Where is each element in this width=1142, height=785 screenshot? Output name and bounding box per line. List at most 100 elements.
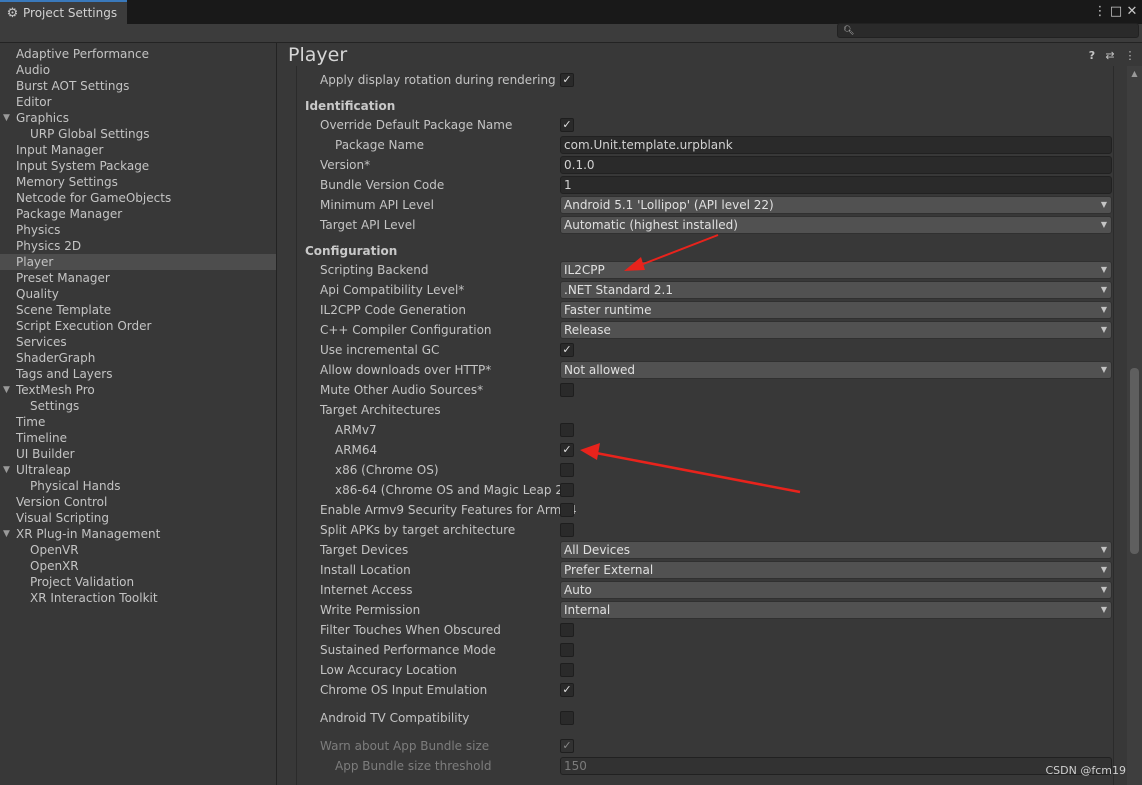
- sidebar-item-scene-template[interactable]: Scene Template: [0, 302, 276, 318]
- label-x86-chrome-os: x86 (Chrome OS): [335, 463, 439, 477]
- checkbox-chrome-os-input-emulation[interactable]: ✓: [560, 683, 574, 697]
- title-bar: [0, 0, 1142, 24]
- label-il2cpp-code-generation: IL2CPP Code Generation: [320, 303, 467, 317]
- sidebar-item-label: Package Manager: [16, 207, 123, 221]
- presets-icon[interactable]: ⇄: [1104, 49, 1116, 61]
- dropdown-internet-access[interactable]: Auto ▼: [560, 581, 1112, 599]
- sidebar-item-physical-hands[interactable]: Physical Hands: [0, 478, 276, 494]
- sidebar-item-preset-manager[interactable]: Preset Manager: [0, 270, 276, 286]
- checkbox-use-incremental-gc[interactable]: ✓: [560, 343, 574, 357]
- sidebar-item-openxr[interactable]: OpenXR: [0, 558, 276, 574]
- label-sustained-performance-mode: Sustained Performance Mode: [320, 643, 496, 657]
- sidebar-item-label: Physical Hands: [30, 479, 121, 493]
- scroll-up-icon[interactable]: ▲: [1127, 66, 1142, 80]
- chevron-down-icon: ▼: [1100, 265, 1107, 274]
- dropdown-allow-downloads-over-http[interactable]: Not allowed ▼: [560, 361, 1112, 379]
- text-field-version[interactable]: 0.1.0: [560, 156, 1112, 174]
- sidebar-item-player[interactable]: Player: [0, 254, 276, 270]
- text-field-bundle-version-code[interactable]: 1: [560, 176, 1112, 194]
- checkbox-sustained-performance-mode[interactable]: [560, 643, 574, 657]
- scrollbar-thumb[interactable]: [1130, 368, 1139, 554]
- sidebar-item-package-manager[interactable]: Package Manager: [0, 206, 276, 222]
- sidebar-item-urp-global-settings[interactable]: URP Global Settings: [0, 126, 276, 142]
- expand-arrow-icon[interactable]: ▼: [3, 110, 10, 126]
- sidebar-item-version-control[interactable]: Version Control: [0, 494, 276, 510]
- sidebar-item-services[interactable]: Services: [0, 334, 276, 350]
- sidebar-item-audio[interactable]: Audio: [0, 62, 276, 78]
- sidebar-item-graphics[interactable]: ▼ Graphics: [0, 110, 276, 126]
- sidebar-item-input-system-package[interactable]: Input System Package: [0, 158, 276, 174]
- sidebar-item-input-manager[interactable]: Input Manager: [0, 142, 276, 158]
- checkbox-android-tv-compatibility[interactable]: [560, 711, 574, 725]
- dropdown-value: Android 5.1 'Lollipop' (API level 22): [564, 198, 774, 212]
- sidebar-item-ultraleap[interactable]: ▼ Ultraleap: [0, 462, 276, 478]
- checkbox-x86-chrome-os[interactable]: [560, 463, 574, 477]
- checkbox-enable-armv9-security-features-for-arm64[interactable]: [560, 503, 574, 517]
- sidebar-item-physics-2d[interactable]: Physics 2D: [0, 238, 276, 254]
- sidebar-item-editor[interactable]: Editor: [0, 94, 276, 110]
- expand-arrow-icon[interactable]: ▼: [3, 382, 10, 398]
- dropdown-write-permission[interactable]: Internal ▼: [560, 601, 1112, 619]
- page-title: Player: [288, 44, 348, 66]
- sidebar-item-label: XR Interaction Toolkit: [30, 591, 158, 605]
- close-icon[interactable]: ✕: [1125, 3, 1139, 19]
- search-input[interactable]: 🔍︎: [837, 23, 1139, 38]
- dropdown-target-devices[interactable]: All Devices ▼: [560, 541, 1112, 559]
- sidebar-item-time[interactable]: Time: [0, 414, 276, 430]
- sidebar-item-shadergraph[interactable]: ShaderGraph: [0, 350, 276, 366]
- chevron-down-icon: ▼: [1100, 585, 1107, 594]
- sidebar-item-physics[interactable]: Physics: [0, 222, 276, 238]
- dropdown-api-compatibility-level[interactable]: .NET Standard 2.1 ▼: [560, 281, 1112, 299]
- sidebar-item-textmesh-pro[interactable]: ▼ TextMesh Pro: [0, 382, 276, 398]
- sidebar-item-ui-builder[interactable]: UI Builder: [0, 446, 276, 462]
- sidebar-item-script-execution-order[interactable]: Script Execution Order: [0, 318, 276, 334]
- dropdown-c-compiler-configuration[interactable]: Release ▼: [560, 321, 1112, 339]
- sidebar-item-timeline[interactable]: Timeline: [0, 430, 276, 446]
- text-field-package-name[interactable]: com.Unit.template.urpblank: [560, 136, 1112, 154]
- label-target-architectures: Target Architectures: [320, 403, 441, 417]
- checkbox-low-accuracy-location[interactable]: [560, 663, 574, 677]
- checkbox-x86-64-chrome-os-and-magic-leap-2[interactable]: [560, 483, 574, 497]
- more-icon[interactable]: ⋮: [1124, 49, 1136, 61]
- sidebar-item-label: Quality: [16, 287, 59, 301]
- dropdown-value: Not allowed: [564, 363, 636, 377]
- checkbox-arm64[interactable]: ✓: [560, 443, 574, 457]
- sidebar-item-label: ShaderGraph: [16, 351, 96, 365]
- label-override-default-package-name: Override Default Package Name: [320, 118, 513, 132]
- checkbox-override-default-package-name[interactable]: ✓: [560, 118, 574, 132]
- sidebar-item-burst-aot-settings[interactable]: Burst AOT Settings: [0, 78, 276, 94]
- sidebar-item-label: Version Control: [16, 495, 108, 509]
- sidebar-item-tags-and-layers[interactable]: Tags and Layers: [0, 366, 276, 382]
- sidebar-item-openvr[interactable]: OpenVR: [0, 542, 276, 558]
- maximize-icon[interactable]: □: [1109, 3, 1123, 19]
- label-bundle-version-code: Bundle Version Code: [320, 178, 445, 192]
- sidebar-item-label: Burst AOT Settings: [16, 79, 130, 93]
- dropdown-il2cpp-code-generation[interactable]: Faster runtime ▼: [560, 301, 1112, 319]
- sidebar-item-memory-settings[interactable]: Memory Settings: [0, 174, 276, 190]
- tab-project-settings[interactable]: ⚙ Project Settings: [0, 0, 127, 24]
- dropdown-scripting-backend[interactable]: IL2CPP ▼: [560, 261, 1112, 279]
- sidebar-item-label: Services: [16, 335, 67, 349]
- expand-arrow-icon[interactable]: ▼: [3, 526, 10, 542]
- checkbox-split-apks-by-target-architecture[interactable]: [560, 523, 574, 537]
- dropdown-minimum-api-level[interactable]: Android 5.1 'Lollipop' (API level 22) ▼: [560, 196, 1112, 214]
- dropdown-target-api-level[interactable]: Automatic (highest installed) ▼: [560, 216, 1112, 234]
- sidebar-item-visual-scripting[interactable]: Visual Scripting: [0, 510, 276, 526]
- sidebar-item-xr-plug-in-management[interactable]: ▼ XR Plug-in Management: [0, 526, 276, 542]
- checkbox-apply-display-rotation-during-rendering[interactable]: ✓: [560, 73, 574, 87]
- label-install-location: Install Location: [320, 563, 411, 577]
- sidebar-item-xr-interaction-toolkit[interactable]: XR Interaction Toolkit: [0, 590, 276, 606]
- checkbox-mute-other-audio-sources[interactable]: [560, 383, 574, 397]
- expand-arrow-icon[interactable]: ▼: [3, 462, 10, 478]
- sidebar-item-netcode-for-gameobjects[interactable]: Netcode for GameObjects: [0, 190, 276, 206]
- checkbox-filter-touches-when-obscured[interactable]: [560, 623, 574, 637]
- sidebar-item-project-validation[interactable]: Project Validation: [0, 574, 276, 590]
- help-icon[interactable]: ?: [1086, 49, 1098, 61]
- sidebar-item-adaptive-performance[interactable]: Adaptive Performance: [0, 46, 276, 62]
- sidebar-item-settings[interactable]: Settings: [0, 398, 276, 414]
- window-menu-icon[interactable]: ⋮: [1093, 3, 1107, 19]
- checkbox-armv7[interactable]: [560, 423, 574, 437]
- dropdown-install-location[interactable]: Prefer External ▼: [560, 561, 1112, 579]
- sidebar-item-quality[interactable]: Quality: [0, 286, 276, 302]
- chevron-down-icon: ▼: [1100, 605, 1107, 614]
